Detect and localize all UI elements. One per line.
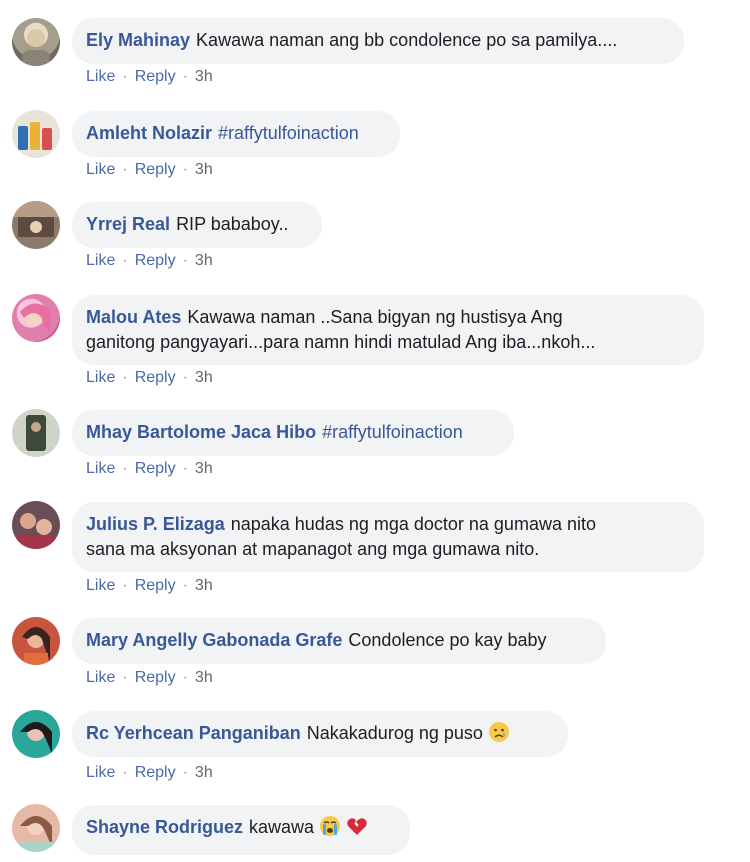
crying-face-emoji — [319, 815, 341, 837]
sad-face-emoji — [488, 721, 510, 743]
comment-text-line: Julius P. Elizaga napaka hudas ng mga doc… — [86, 512, 690, 537]
separator-dot: · — [182, 68, 188, 85]
comment-actions: Like · Reply · 3h — [86, 669, 213, 687]
separator-dot: · — [122, 369, 128, 386]
like-link[interactable]: Like — [86, 460, 115, 477]
comment-actions: Like · Reply · 3h — [86, 460, 213, 478]
like-link[interactable]: Like — [86, 577, 115, 594]
timestamp[interactable]: 3h — [195, 764, 213, 781]
reply-link[interactable]: Reply — [135, 577, 176, 594]
like-link[interactable]: Like — [86, 764, 115, 781]
separator-dot: · — [122, 252, 128, 269]
separator-dot: · — [122, 764, 128, 781]
hashtag-link[interactable]: #raffytulfoinaction — [218, 123, 359, 143]
comment-bubble: Rc Yerhcean Panganiban Nakakadurog ng pus… — [72, 711, 568, 757]
comment-text: sana ma aksyonan at mapanagot ang mga gu… — [86, 539, 540, 559]
comment-text-line: Malou Ates Kawawa naman ..Sana bigyan ng … — [86, 305, 690, 330]
separator-dot: · — [182, 764, 188, 781]
separator-dot: · — [182, 460, 188, 477]
timestamp[interactable]: 3h — [195, 161, 213, 178]
comment-bubble: Shayne Rodriguez kawawa — [72, 805, 410, 855]
comment-text: napaka hudas ng mga doctor na gumawa nit… — [230, 514, 596, 534]
separator-dot: · — [122, 577, 128, 594]
separator-dot: · — [182, 161, 188, 178]
reply-link[interactable]: Reply — [135, 161, 176, 178]
comment-bubble: Ely Mahinay Kawawa naman ang bb condolenc… — [72, 18, 684, 64]
separator-dot: · — [122, 460, 128, 477]
comment-text: Kawawa naman ..Sana bigyan ng hustisya A… — [187, 307, 563, 327]
comment-bubble: Mhay Bartolome Jaca Hibo #raffytulfoinact… — [72, 410, 514, 456]
broken-heart-emoji — [346, 815, 368, 837]
avatar[interactable] — [12, 409, 60, 457]
reply-link[interactable]: Reply — [135, 669, 176, 686]
comment-author[interactable]: Mary Angelly Gabonada Grafe — [86, 630, 342, 650]
comment-actions: Like · Reply · 3h — [86, 161, 213, 179]
comment-actions: Like · Reply · 3h — [86, 252, 213, 270]
avatar[interactable] — [12, 617, 60, 665]
comment-text: RIP bababoy.. — [176, 214, 289, 234]
reply-link[interactable]: Reply — [135, 68, 176, 85]
comment-author[interactable]: Yrrej Real — [86, 214, 170, 234]
timestamp[interactable]: 3h — [195, 669, 213, 686]
avatar[interactable] — [12, 294, 60, 342]
comment-author[interactable]: Shayne Rodriguez — [86, 817, 243, 837]
comment-author[interactable]: Julius P. Elizaga — [86, 514, 225, 534]
avatar[interactable] — [12, 110, 60, 158]
comment-author[interactable]: Amleht Nolazir — [86, 123, 212, 143]
comment-author[interactable]: Malou Ates — [86, 307, 181, 327]
like-link[interactable]: Like — [86, 161, 115, 178]
reply-link[interactable]: Reply — [135, 460, 176, 477]
timestamp[interactable]: 3h — [195, 252, 213, 269]
comment-bubble: Amleht Nolazir #raffytulfoinaction — [72, 111, 400, 157]
separator-dot: · — [182, 369, 188, 386]
comment-bubble: Malou Ates Kawawa naman ..Sana bigyan ng … — [72, 295, 704, 365]
like-link[interactable]: Like — [86, 669, 115, 686]
hashtag-link[interactable]: #raffytulfoinaction — [322, 422, 463, 442]
comment-actions: Like · Reply · 3h — [86, 68, 213, 86]
timestamp[interactable]: 3h — [195, 68, 213, 85]
comment-author[interactable]: Mhay Bartolome Jaca Hibo — [86, 422, 316, 442]
comment-text: kawawa — [249, 817, 315, 837]
avatar[interactable] — [12, 201, 60, 249]
timestamp[interactable]: 3h — [195, 460, 213, 477]
comment-text: Condolence po kay baby — [348, 630, 547, 650]
separator-dot: · — [182, 577, 188, 594]
comment-bubble: Mary Angelly Gabonada Grafe Condolence po… — [72, 618, 606, 664]
timestamp[interactable]: 3h — [195, 577, 213, 594]
separator-dot: · — [122, 161, 128, 178]
reply-link[interactable]: Reply — [135, 764, 176, 781]
comment-bubble: Yrrej Real RIP bababoy.. — [72, 202, 322, 248]
avatar[interactable] — [12, 710, 60, 758]
comment-author[interactable]: Rc Yerhcean Panganiban — [86, 723, 301, 743]
avatar[interactable] — [12, 18, 60, 66]
comment-text: ganitong pangyayari...para namn hindi ma… — [86, 332, 596, 352]
reply-link[interactable]: Reply — [135, 369, 176, 386]
separator-dot: · — [122, 669, 128, 686]
comment-actions: Like · Reply · 3h — [86, 764, 213, 782]
like-link[interactable]: Like — [86, 252, 115, 269]
separator-dot: · — [182, 252, 188, 269]
like-link[interactable]: Like — [86, 68, 115, 85]
avatar[interactable] — [12, 501, 60, 549]
comment-text: Kawawa naman ang bb condolence po sa pam… — [196, 30, 618, 50]
comment-actions: Like · Reply · 3h — [86, 369, 213, 387]
separator-dot: · — [182, 669, 188, 686]
comment-author[interactable]: Ely Mahinay — [86, 30, 190, 50]
reply-link[interactable]: Reply — [135, 252, 176, 269]
like-link[interactable]: Like — [86, 369, 115, 386]
timestamp[interactable]: 3h — [195, 369, 213, 386]
separator-dot: · — [122, 68, 128, 85]
avatar[interactable] — [12, 804, 60, 852]
comment-actions: Like · Reply · 3h — [86, 577, 213, 595]
comment-bubble: Julius P. Elizaga napaka hudas ng mga doc… — [72, 502, 704, 572]
comment-text: Nakakadurog ng puso — [306, 723, 483, 743]
